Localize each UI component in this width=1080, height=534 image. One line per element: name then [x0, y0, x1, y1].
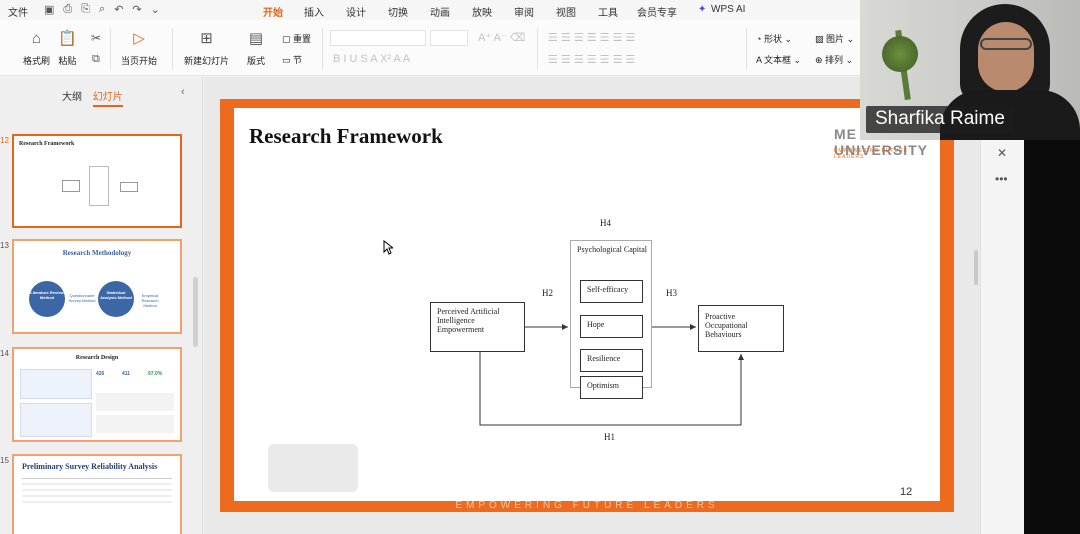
more-options-icon[interactable]: •••: [995, 172, 1008, 186]
format-painter-button[interactable]: ⌂ 格式刷: [23, 30, 50, 67]
tab-slides[interactable]: 幻灯片: [92, 92, 123, 107]
layout-icon: ▤: [248, 30, 264, 47]
decorative-shape: [268, 444, 358, 492]
section-button[interactable]: ▭ 节: [282, 53, 302, 66]
paste-icon: 📋: [58, 30, 77, 47]
reset-button[interactable]: ▢ 重置: [282, 32, 311, 45]
file-menu[interactable]: 文件: [8, 4, 28, 19]
wps-ai-icon: ✦: [698, 4, 707, 15]
participant-name-label: Sharfika Raime: [866, 106, 1014, 133]
paste-button[interactable]: 📋 粘贴: [58, 30, 77, 67]
slide-thumbnail-13[interactable]: Research Methodology Literature Review M…: [12, 239, 182, 334]
slide-number: 12: [0, 136, 9, 145]
diagram-connectors: [479, 324, 744, 426]
slide-thumbnail-15[interactable]: Preliminary Survey Reliability Analysis: [12, 454, 182, 534]
font-size-select[interactable]: [430, 30, 468, 46]
slide-thumbnail-14[interactable]: Research Design 426 411 97.0%: [12, 347, 182, 442]
slide-thumbnail-12[interactable]: Research Framework: [12, 134, 182, 228]
font-size-controls[interactable]: A⁺ A⁻ ⌫: [478, 31, 525, 44]
tab-design[interactable]: 设计: [346, 4, 366, 19]
screen-border: [1024, 140, 1080, 534]
print-icon[interactable]: ⎘: [81, 3, 90, 16]
arrange-button[interactable]: ⊕ 排列 ⌄: [815, 53, 853, 66]
export-pdf-icon[interactable]: ⎙: [63, 3, 72, 16]
current-slide[interactable]: Research Framework ME UNIVERSITY EMPOWER…: [220, 99, 954, 512]
right-tool-panel: ✕ •••: [974, 140, 1024, 534]
canvas-scrollbar[interactable]: [974, 250, 978, 285]
tab-tools[interactable]: 工具: [598, 4, 618, 19]
print-preview-icon[interactable]: ⌕: [99, 3, 105, 16]
cut-icon[interactable]: ✂: [91, 31, 101, 45]
tab-transition[interactable]: 切换: [388, 4, 408, 19]
new-slide-button[interactable]: ⊞ 新建幻灯片: [184, 30, 229, 67]
picture-button[interactable]: ▨ 图片 ⌄: [815, 32, 854, 45]
undo-icon[interactable]: ↶: [114, 3, 123, 16]
tab-review[interactable]: 审阅: [514, 4, 534, 19]
tab-wps-ai[interactable]: WPS AI: [711, 4, 745, 15]
alignment-controls[interactable]: ☰ ☰ ☰ ☰ ☰ ☰ ☰: [548, 53, 635, 66]
slide-number: 14: [0, 349, 9, 358]
collapse-panel-icon[interactable]: ‹: [181, 86, 185, 98]
redo-icon[interactable]: ↷: [132, 3, 141, 16]
panel-tabs: 大纲 幻灯片: [62, 88, 123, 107]
text-format-controls[interactable]: B I U S A X² A A: [333, 53, 410, 65]
slide-number: 15: [0, 456, 9, 465]
play-icon: ▷: [133, 30, 145, 47]
slide-page-number: 12: [900, 486, 913, 498]
tab-animation[interactable]: 动画: [430, 4, 450, 19]
mouse-cursor-icon: [383, 240, 393, 255]
ribbon-toolbar: ⌂ 格式刷 📋 粘贴 ✂ ⧉ ▷ 当页开始 ⊞ 新建幻灯片 ▤ 版式 ▢ 重置 …: [0, 20, 860, 76]
copy-icon[interactable]: ⧉: [92, 53, 100, 66]
tab-insert[interactable]: 插入: [304, 4, 324, 19]
tab-home[interactable]: 开始: [263, 4, 283, 23]
picture-icon: ▨: [815, 34, 827, 44]
tools-icon[interactable]: ✕: [997, 146, 1007, 160]
tab-member[interactable]: 会员专享: [637, 4, 677, 19]
slide-footer: EMPOWERING FUTURE LEADERS: [455, 500, 719, 511]
chevron-down-icon[interactable]: ⌄: [151, 3, 160, 16]
shape-button[interactable]: ◔ 形状 ⌄: [756, 32, 792, 45]
quick-access-toolbar: ▣ ⎙ ⎘ ⌕ ↶ ↷ ⌄: [44, 3, 160, 16]
menu-bar: 文件 ▣ ⎙ ⎘ ⌕ ↶ ↷ ⌄ 开始 插入 设计 切换 动画 放映 审阅 视图…: [0, 0, 860, 23]
textbox-button[interactable]: A 文本框 ⌄: [756, 53, 801, 66]
textbox-icon: A: [756, 55, 765, 65]
tab-slideshow[interactable]: 放映: [472, 4, 492, 19]
new-slide-icon: ⊞: [200, 30, 213, 47]
slide-content: Research Framework ME UNIVERSITY EMPOWER…: [234, 108, 940, 501]
shape-icon: ◔: [756, 34, 764, 44]
slide-number: 13: [0, 241, 9, 250]
format-painter-icon: ⌂: [31, 30, 42, 47]
arrange-icon: ⊕: [815, 55, 826, 65]
font-family-select[interactable]: [330, 30, 426, 46]
reset-icon: ▢: [282, 34, 294, 44]
panel-scrollbar[interactable]: [193, 277, 198, 347]
from-current-slide-button[interactable]: ▷ 当页开始: [121, 30, 157, 67]
tab-view[interactable]: 视图: [556, 4, 576, 19]
tab-outline[interactable]: 大纲: [62, 92, 82, 103]
list-controls[interactable]: ☰ ☰ ☰ ☰ ☰ ☰ ☰: [548, 31, 635, 44]
section-icon: ▭: [282, 55, 294, 65]
layout-button[interactable]: ▤ 版式: [247, 30, 265, 67]
slide-panel: 大纲 幻灯片 ‹ 12 Research Framework 13 Resear…: [0, 77, 203, 534]
save-icon[interactable]: ▣: [44, 3, 54, 16]
